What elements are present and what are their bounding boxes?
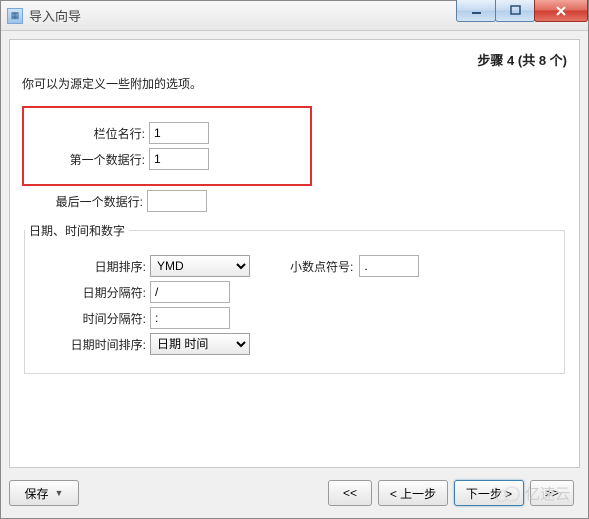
dropdown-icon: ▼ bbox=[55, 488, 64, 498]
row-datetime-order: 日期时间排序: 日期 时间 bbox=[25, 333, 419, 355]
row-date-order: 日期排序: YMD 小数点符号: bbox=[25, 255, 419, 277]
date-sep-input[interactable] bbox=[150, 281, 230, 303]
save-button[interactable]: 保存 ▼ bbox=[9, 480, 79, 506]
instruction-text: 你可以为源定义一些附加的选项。 bbox=[22, 75, 567, 92]
decimal-label: 小数点符号: bbox=[290, 258, 359, 275]
first-data-row-input[interactable] bbox=[149, 148, 209, 170]
prev-button-label: < 上一步 bbox=[390, 485, 436, 502]
datetime-order-label: 日期时间排序: bbox=[25, 336, 150, 353]
row-time-sep: 时间分隔符: bbox=[25, 307, 419, 329]
col-name-row-input[interactable] bbox=[149, 122, 209, 144]
watermark-icon bbox=[495, 485, 521, 503]
window-controls bbox=[457, 0, 588, 22]
close-button[interactable] bbox=[534, 0, 588, 22]
close-icon bbox=[555, 5, 567, 17]
time-sep-label: 时间分隔符: bbox=[25, 310, 150, 327]
first-button-label: << bbox=[343, 486, 357, 500]
window-title: 导入向导 bbox=[29, 6, 81, 25]
datetime-grid: 日期排序: YMD 小数点符号: 日期分隔符: bbox=[25, 251, 554, 359]
datetime-legend: 日期、时间和数字 bbox=[25, 222, 129, 239]
date-order-label: 日期排序: bbox=[25, 258, 150, 275]
datetime-order-select[interactable]: 日期 时间 bbox=[150, 333, 250, 355]
app-icon: ▦ bbox=[7, 8, 23, 24]
decimal-input[interactable] bbox=[359, 255, 419, 277]
content-panel: 步骤 4 (共 8 个) 你可以为源定义一些附加的选项。 栏位名行: 第一个数据… bbox=[9, 39, 580, 468]
maximize-button[interactable] bbox=[495, 0, 535, 22]
first-button[interactable]: << bbox=[328, 480, 372, 506]
datetime-fieldset: 日期、时间和数字 日期排序: YMD 小数点符号: 日期分隔符: bbox=[24, 222, 565, 374]
row-date-sep: 日期分隔符: bbox=[25, 281, 419, 303]
last-data-row-input[interactable] bbox=[147, 190, 207, 212]
date-sep-label: 日期分隔符: bbox=[25, 284, 150, 301]
wizard-window: ▦ 导入向导 步骤 4 (共 8 个) 你可以为源定义一些附加的选项。 栏位名行… bbox=[0, 0, 589, 519]
first-data-row-label: 第一个数据行: bbox=[24, 151, 149, 168]
step-indicator: 步骤 4 (共 8 个) bbox=[22, 50, 567, 69]
date-order-select[interactable]: YMD bbox=[150, 255, 250, 277]
prev-button[interactable]: < 上一步 bbox=[378, 480, 448, 506]
row-last-data: 最后一个数据行: bbox=[22, 190, 567, 212]
maximize-icon bbox=[510, 5, 521, 16]
last-data-row-label: 最后一个数据行: bbox=[22, 193, 147, 210]
titlebar: ▦ 导入向导 bbox=[1, 1, 588, 31]
watermark-text: 亿速云 bbox=[525, 483, 570, 504]
time-sep-input[interactable] bbox=[150, 307, 230, 329]
minimize-button[interactable] bbox=[456, 0, 496, 22]
highlighted-section: 栏位名行: 第一个数据行: bbox=[22, 106, 312, 186]
row-col-name: 栏位名行: bbox=[24, 122, 302, 144]
row-decimal: 小数点符号: bbox=[290, 255, 419, 277]
save-button-label: 保存 bbox=[25, 485, 49, 502]
watermark: 亿速云 bbox=[495, 483, 570, 504]
col-name-row-label: 栏位名行: bbox=[24, 125, 149, 142]
minimize-icon bbox=[471, 5, 482, 16]
row-first-data: 第一个数据行: bbox=[24, 148, 302, 170]
